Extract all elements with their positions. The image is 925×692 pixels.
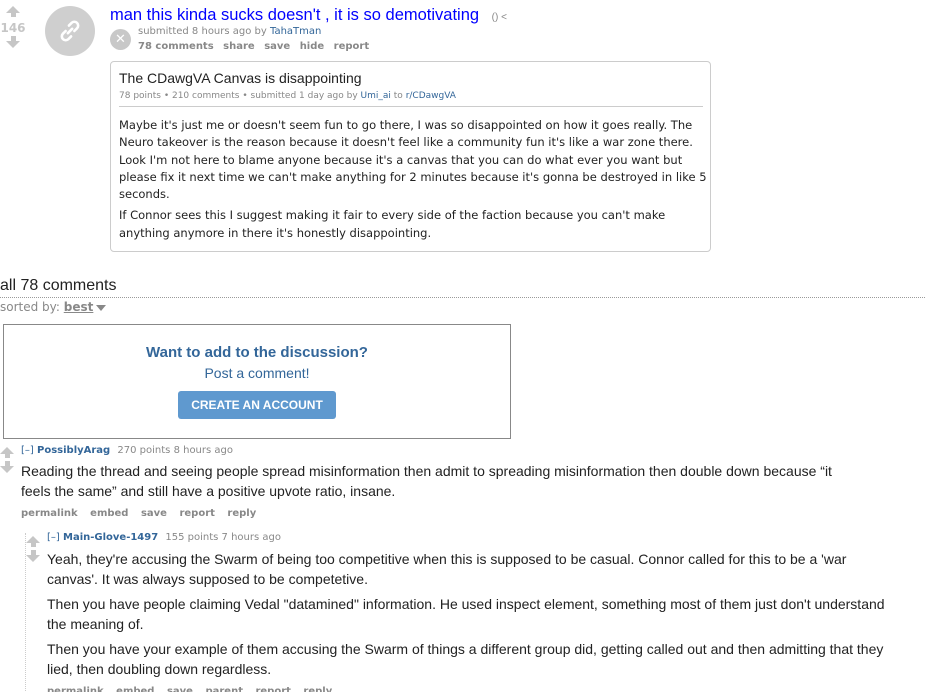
collapse-toggle[interactable]: [–] [21, 445, 34, 456]
comment-tagline: [–] PossiblyArag 270 points 8 hours ago [21, 445, 233, 456]
discussion-box: Want to add to the discussion? Post a co… [3, 324, 511, 439]
comment-vote-column [26, 536, 40, 562]
comment-author-link[interactable]: PossiblyArag [37, 445, 110, 456]
collapse-toggle[interactable]: [–] [47, 532, 60, 543]
discussion-heading: Want to add to the discussion? [146, 344, 368, 361]
share-button[interactable]: share [223, 41, 255, 52]
crosspost-meta: 78 points • 210 comments • submitted 1 d… [119, 91, 702, 101]
save-button[interactable]: save [264, 41, 290, 52]
crosspost-title[interactable]: The CDawgVA Canvas is disappointing [119, 70, 702, 86]
comments-title: all 78 comments [0, 277, 117, 294]
upvote-arrow-icon[interactable] [6, 6, 20, 17]
crosspost-paragraph: Maybe it's just me or doesn't seem fun t… [119, 118, 707, 202]
report-button[interactable]: report [334, 41, 369, 52]
post-comment-link[interactable]: Post a comment! [204, 365, 309, 381]
downvote-arrow-icon[interactable] [6, 36, 20, 48]
post-title-link[interactable]: man this kinda sucks doesn't , it is so … [110, 6, 507, 25]
post-vote-column: 146 [0, 6, 26, 48]
comment-paragraph: Then you have your example of them accus… [47, 641, 884, 677]
downvote-arrow-icon[interactable] [26, 550, 40, 562]
close-icon[interactable]: ✕ [110, 29, 131, 50]
comment-paragraph: Yeah, they're accusing the Swarm of bein… [47, 551, 847, 587]
post-domain[interactable]: () < [492, 12, 507, 23]
chevron-down-icon[interactable] [96, 304, 107, 311]
link-thumbnail[interactable] [45, 6, 95, 56]
comment-paragraph: Then you have people claiming Vedal "dat… [47, 596, 885, 632]
submitted-text: submitted 8 hours ago by [138, 26, 270, 37]
report-button[interactable]: report [255, 686, 290, 692]
crosspost-author-link[interactable]: Umi_ai [361, 91, 391, 101]
downvote-arrow-icon[interactable] [0, 461, 14, 473]
comment-vote-column [0, 447, 14, 473]
post-title-text: man this kinda sucks doesn't , it is so … [110, 6, 480, 24]
crosspost-subreddit-link[interactable]: r/CDawgVA [406, 91, 456, 101]
parent-button[interactable]: parent [205, 686, 243, 692]
crosspost-body: Maybe it's just me or doesn't seem fun t… [119, 117, 707, 242]
create-account-button[interactable]: CREATE AN ACCOUNT [178, 391, 336, 419]
crosspost-divider [119, 106, 703, 107]
comment-author-link[interactable]: Main-Glove-1497 [63, 532, 158, 543]
embed-button[interactable]: embed [90, 508, 128, 519]
crosspost-to-text: to [390, 91, 406, 101]
upvote-arrow-icon[interactable] [26, 536, 40, 547]
post-buttons: 78 comments share save hide report [138, 41, 375, 52]
crosspost-paragraph: If Connor sees this I suggest making it … [119, 208, 666, 240]
link-icon [60, 20, 80, 42]
sorted-label: sorted by: [0, 300, 64, 314]
comment-paragraph: Reading the thread and seeing people spr… [21, 463, 832, 499]
comment-meta: 155 points 7 hours ago [165, 532, 281, 543]
comment-meta: 270 points 8 hours ago [117, 445, 233, 456]
comments-divider [0, 297, 925, 298]
comment-tagline: [–] Main-Glove-1497 155 points 7 hours a… [47, 532, 281, 543]
sort-value[interactable]: best [64, 300, 94, 314]
report-button[interactable]: report [179, 508, 214, 519]
comment-buttons: permalink embed save parent report reply [47, 686, 341, 692]
crosspost-meta-text: 78 points • 210 comments • submitted 1 d… [119, 91, 361, 101]
hide-button[interactable]: hide [300, 41, 325, 52]
comment-body: Reading the thread and seeing people spr… [21, 461, 841, 506]
sort-dropdown[interactable]: sorted by: best [0, 300, 107, 314]
crosspost-box: The CDawgVA Canvas is disappointing 78 p… [110, 61, 711, 252]
embed-button[interactable]: embed [116, 686, 154, 692]
post-author-link[interactable]: TahaTman [270, 26, 321, 37]
post-score: 146 [0, 21, 26, 35]
post-tagline: submitted 8 hours ago by TahaTman [138, 26, 321, 37]
comments-link[interactable]: 78 comments [138, 41, 214, 52]
upvote-arrow-icon[interactable] [0, 447, 14, 458]
reply-button[interactable]: reply [303, 686, 332, 692]
comment-buttons: permalink embed save report reply [21, 508, 265, 519]
save-button[interactable]: save [167, 686, 193, 692]
save-button[interactable]: save [141, 508, 167, 519]
reply-button[interactable]: reply [227, 508, 256, 519]
comment-body: Yeah, they're accusing the Swarm of bein… [47, 549, 897, 684]
permalink-button[interactable]: permalink [21, 508, 78, 519]
permalink-button[interactable]: permalink [47, 686, 104, 692]
